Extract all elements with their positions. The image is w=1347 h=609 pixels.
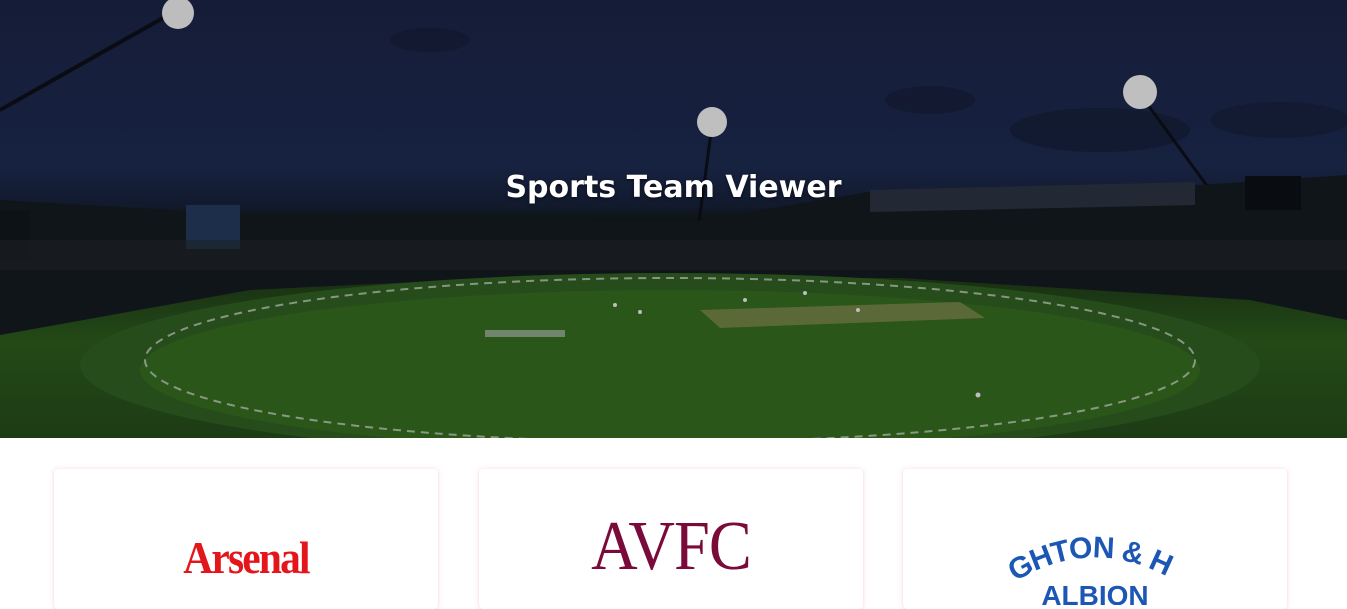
- brighton-logo-line1: BRIGHTON & HOVE: [903, 479, 1178, 588]
- team-cards-grid: Arsenal AVFC BRIGHTON & HOVE ALBION: [0, 438, 1347, 609]
- brighton-logo-art: BRIGHTON & HOVE ALBION: [903, 479, 1178, 609]
- brighton-logo: BRIGHTON & HOVE ALBION: [903, 479, 1287, 609]
- arsenal-logo: Arsenal: [183, 532, 310, 583]
- stadium-background: [0, 0, 1347, 438]
- team-card-arsenal[interactable]: Arsenal: [54, 469, 438, 609]
- team-card-aston-villa[interactable]: AVFC: [479, 469, 863, 609]
- page-title: Sports Team Viewer: [505, 170, 842, 205]
- hero-banner: Sports Team Viewer: [0, 0, 1347, 438]
- brighton-logo-line2: ALBION: [1041, 580, 1148, 605]
- team-card-brighton[interactable]: BRIGHTON & HOVE ALBION: [903, 469, 1287, 609]
- svg-text:BRIGHTON & HOVE: BRIGHTON & HOVE: [903, 505, 1177, 588]
- avfc-logo: AVFC: [591, 508, 752, 585]
